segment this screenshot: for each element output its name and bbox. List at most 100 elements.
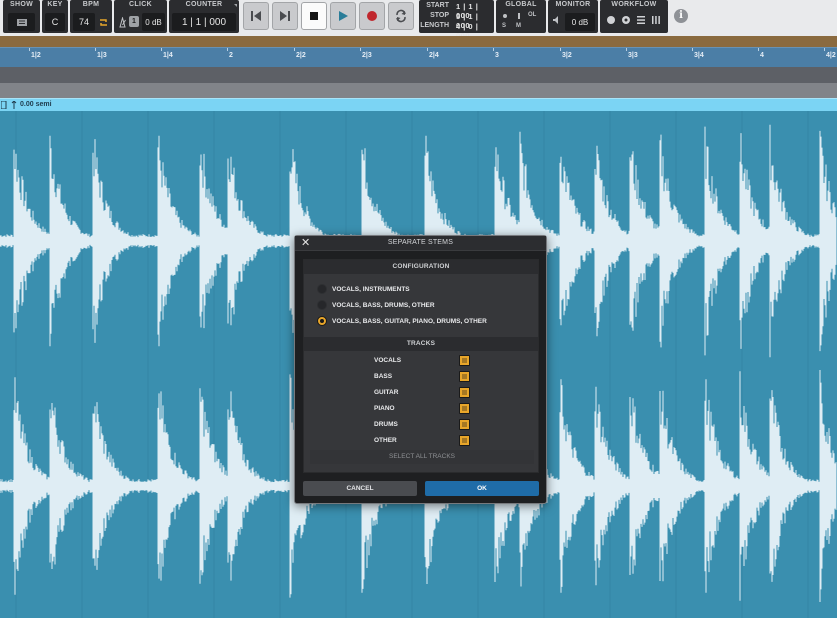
ruler-tick-label: 2|2 [296, 52, 306, 59]
key-group: KEY C [42, 0, 68, 33]
ruler-tick-label: 1|2 [31, 52, 41, 59]
metronome-button[interactable] [116, 13, 128, 31]
checkbox-guitar[interactable] [459, 387, 470, 398]
show-header: SHOW [10, 1, 33, 8]
start-label: START [426, 2, 449, 9]
global-group: GLOBAL OL S M [496, 0, 546, 33]
skip-forward-icon [280, 11, 290, 21]
configuration-header: CONFIGURATION [304, 260, 538, 274]
option-label: VOCALS, BASS, DRUMS, OTHER [332, 301, 435, 309]
list-icon [16, 18, 27, 26]
click-header: CLICK [129, 1, 152, 8]
ruler-tick-line [560, 48, 561, 51]
global-dot-icon[interactable] [503, 14, 507, 18]
ruler-tick-label: 2|3 [362, 52, 372, 59]
metronome-icon [118, 16, 126, 27]
key-header: KEY [47, 1, 63, 8]
timeline-ruler[interactable]: 1|2 1|3 1|4 2 2|2 2|3 2|4 3 3|2 3|3 3|4 4 4|2 [0, 47, 837, 67]
monitor-header: MONITOR [555, 1, 591, 8]
ruler-tick-line [360, 48, 361, 51]
radio-button-selected[interactable] [317, 316, 327, 326]
ruler-tick-line [227, 48, 228, 51]
key-value[interactable]: C [45, 13, 65, 31]
checkbox-bass[interactable] [459, 371, 470, 382]
ruler-tick-line [824, 48, 825, 51]
audio-event-header[interactable]: 0.00 semi [0, 98, 837, 111]
speaker-icon[interactable] [552, 15, 562, 25]
ok-button[interactable]: OK [425, 481, 539, 496]
arranger-track [0, 36, 837, 47]
tempo-sync-icon [100, 18, 107, 26]
ruler-tick-label: 3|3 [628, 52, 638, 59]
option-vocals-bass-drums-other[interactable]: VOCALS, BASS, DRUMS, OTHER [317, 299, 435, 311]
tracks-header: TRACKS [304, 337, 538, 351]
global-mute[interactable]: M [516, 23, 521, 29]
play-button[interactable] [330, 2, 356, 30]
select-all-tracks-button[interactable]: SELECT ALL TRACKS [310, 450, 534, 464]
rewind-button[interactable] [243, 2, 269, 30]
dialog-title: SEPARATE STEMS [387, 239, 454, 246]
bpm-value[interactable]: 74 [73, 13, 95, 31]
show-group: SHOW [3, 0, 40, 33]
menu-icon[interactable] [636, 15, 646, 25]
checkbox-vocals[interactable] [459, 355, 470, 366]
workflow-group: WORKFLOW [600, 0, 668, 33]
ruler-tick-line [493, 48, 494, 51]
gear-icon[interactable] [621, 15, 631, 25]
track-lane [0, 83, 837, 98]
track-label-other: OTHER [374, 437, 397, 444]
record-icon [367, 11, 377, 21]
event-handle-icon[interactable] [1, 101, 7, 109]
option-label: VOCALS, INSTRUMENTS [332, 285, 410, 293]
radio-button[interactable] [317, 284, 327, 294]
click-badge[interactable]: 1 [129, 16, 139, 27]
click-group: CLICK 1 0 dB [114, 0, 167, 33]
track-label-guitar: GUITAR [374, 389, 399, 396]
stop-label: STOP [430, 12, 449, 19]
bpm-header: BPM [82, 1, 100, 8]
length-label: LENGTH [420, 22, 449, 29]
ruler-tick-label: 3|2 [562, 52, 572, 59]
ruler-tick-line [294, 48, 295, 51]
loop-button[interactable] [388, 2, 414, 30]
global-solo[interactable]: S [502, 23, 506, 29]
ruler-tick-line [692, 48, 693, 51]
ruler-tick-label: 2|4 [429, 52, 439, 59]
ruler-tick-line [758, 48, 759, 51]
forward-button[interactable] [272, 2, 298, 30]
option-vocals-instruments[interactable]: VOCALS, INSTRUMENTS [317, 283, 410, 295]
ruler-tick-line [95, 48, 96, 51]
record-mode-icon[interactable] [607, 16, 615, 24]
cancel-button[interactable]: CANCEL [303, 481, 417, 496]
mixer-icon[interactable] [651, 15, 661, 25]
radio-button[interactable] [317, 300, 327, 310]
record-button[interactable] [359, 2, 385, 30]
bpm-group: BPM 74 [70, 0, 112, 33]
counter-group: COUNTER 1 | 1 | 000 [169, 0, 239, 33]
counter-header: COUNTER [185, 1, 223, 8]
ruler-tick-label: 2 [229, 52, 233, 59]
dialog-panel: CONFIGURATION VOCALS, INSTRUMENTS VOCALS… [303, 259, 539, 473]
ruler-tick-label: 3 [495, 52, 499, 59]
counter-value[interactable]: 1 | 1 | 000 [172, 13, 236, 31]
global-bar-icon[interactable] [518, 13, 520, 19]
global-ol[interactable]: OL [528, 12, 536, 18]
separate-stems-dialog: ✕ SEPARATE STEMS CONFIGURATION VOCALS, I… [294, 235, 547, 504]
transpose-value[interactable]: 0.00 semi [20, 101, 52, 108]
ruler-tick-label: 4 [760, 52, 764, 59]
track-label-drums: DRUMS [374, 421, 398, 428]
option-six-stems[interactable]: VOCALS, BASS, GUITAR, PIANO, DRUMS, OTHE… [317, 315, 487, 327]
monitor-volume[interactable]: 0 dB [565, 13, 595, 31]
click-volume[interactable]: 0 dB [142, 13, 165, 31]
info-icon[interactable]: i [674, 9, 688, 23]
checkbox-piano[interactable] [459, 403, 470, 414]
show-button[interactable] [8, 13, 35, 31]
track-label-bass: BASS [374, 373, 393, 380]
skip-back-icon [251, 11, 261, 21]
checkbox-drums[interactable] [459, 419, 470, 430]
stop-button[interactable] [301, 2, 327, 30]
tempo-follow-button[interactable] [97, 13, 110, 31]
loop-icon [396, 9, 406, 23]
counter-dropdown-icon[interactable] [234, 4, 237, 7]
checkbox-other[interactable] [459, 435, 470, 446]
